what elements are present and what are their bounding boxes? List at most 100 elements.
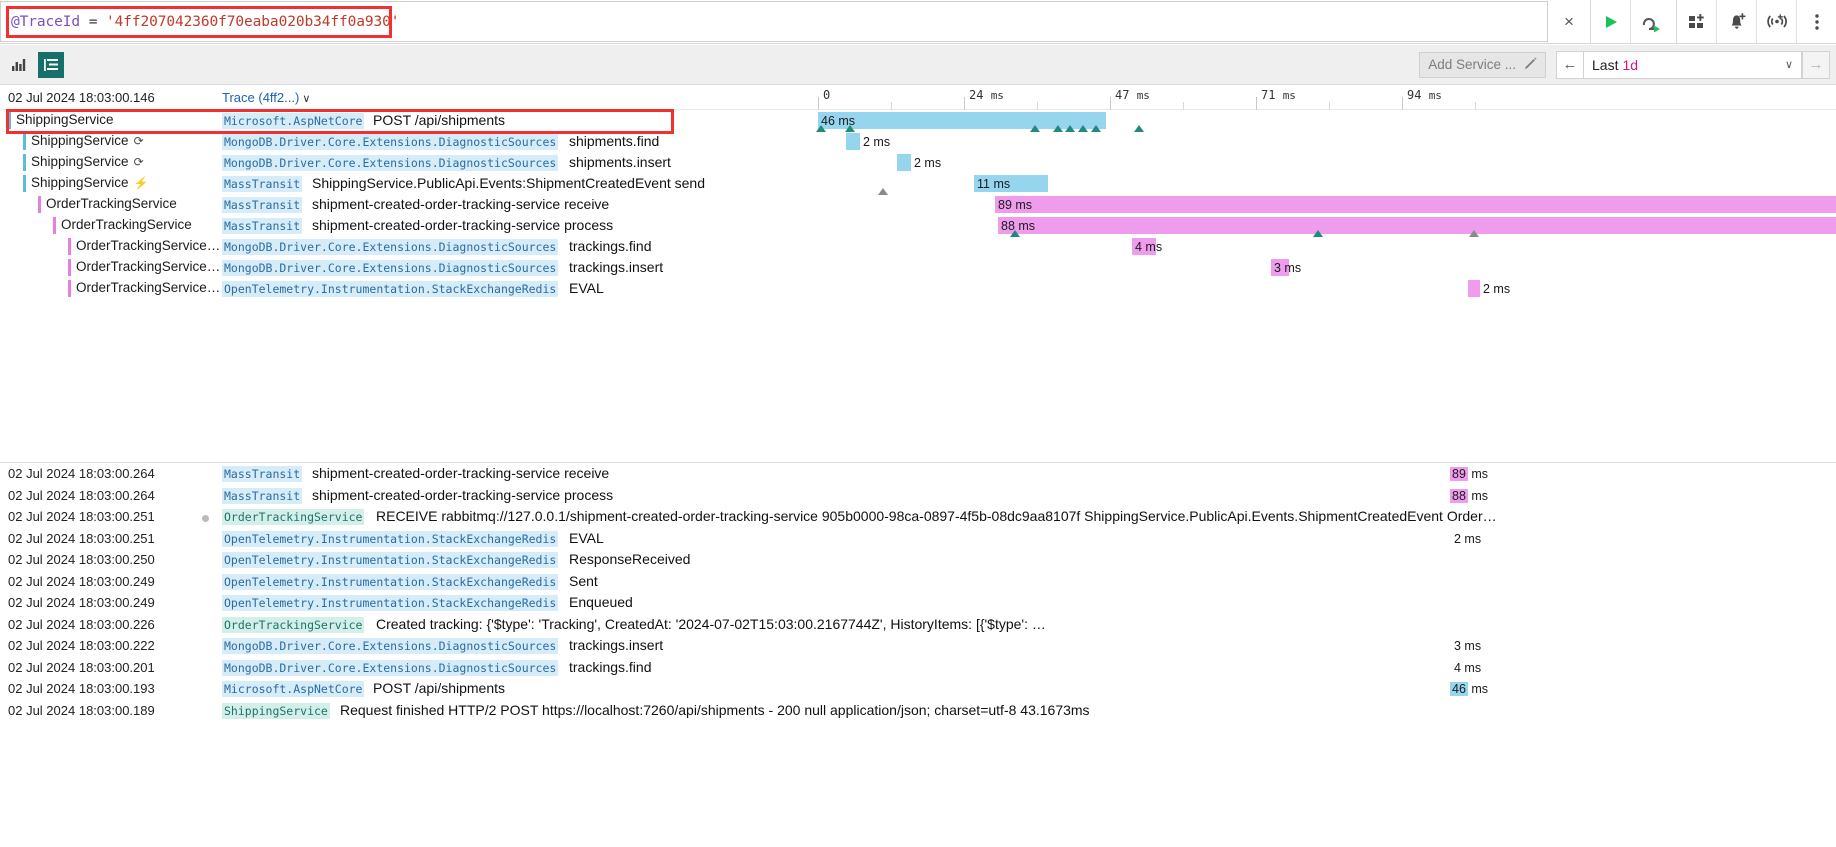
log-row[interactable]: 02 Jul 2024 18:03:00.222 MongoDB.Driver.C… (0, 635, 1836, 657)
span-operation-name: POST /api/shipments (373, 112, 506, 128)
query-bar: @TraceId = '4ff207042360f70eaba020b34ff0… (0, 0, 1836, 44)
span-depth-indicator (23, 175, 26, 192)
log-timestamp: 02 Jul 2024 18:03:00.226 (8, 616, 155, 632)
span-service-name: ShippingService ⟳ (31, 154, 144, 169)
log-message: trackings.find (569, 658, 652, 675)
run-query-button[interactable] (1590, 0, 1630, 43)
span-kind-icon: ⟳ (133, 155, 144, 169)
time-axis: 0 24 ms 47 ms 71 ms 94 ms (818, 88, 1836, 110)
add-service-label: Add Service ... (1428, 57, 1516, 72)
auto-refresh-button[interactable] (1630, 0, 1670, 43)
span-service-name: ShippingService ⚡ (31, 175, 149, 190)
log-message: Created tracking: {'$type': 'Tracking', … (376, 615, 1046, 632)
log-message: shipment-created-order-tracking-service … (312, 486, 614, 503)
log-timestamp: 02 Jul 2024 18:03:00.264 (8, 487, 155, 503)
log-source-badge: OpenTelemetry.Instrumentation.StackExcha… (222, 552, 559, 568)
log-row[interactable]: 02 Jul 2024 18:03:00.189 ShippingService R… (0, 700, 1836, 722)
waterfall-row[interactable]: OrderTrackingService… OpenTelemetry.Instr… (0, 278, 1836, 299)
add-to-dashboard-button[interactable] (1676, 0, 1716, 43)
log-row[interactable]: 02 Jul 2024 18:03:00.251 OpenTelemetry.In… (0, 528, 1836, 550)
span-duration-bar[interactable]: 88 ms (998, 217, 1836, 234)
log-timestamp: 02 Jul 2024 18:03:00.250 (8, 552, 155, 567)
log-timestamp: 02 Jul 2024 18:03:00.189 (8, 702, 155, 718)
waterfall-row[interactable]: ShippingService ⟳ MongoDB.Driver.Core.Exte… (0, 131, 1836, 152)
span-depth-indicator (68, 259, 71, 276)
span-source-badge: OpenTelemetry.Instrumentation.StackExcha… (222, 281, 559, 297)
log-row[interactable]: 02 Jul 2024 18:03:00.249 OpenTelemetry.In… (0, 571, 1836, 593)
span-depth-indicator (8, 112, 11, 129)
add-monitor-icon (1766, 14, 1787, 28)
log-row[interactable]: 02 Jul 2024 18:03:00.251 OrderTrackingSer… (0, 506, 1836, 528)
log-timestamp: 02 Jul 2024 18:03:00.264 (8, 466, 155, 481)
tree-view-button[interactable] (38, 51, 64, 78)
span-duration-label: 2 ms (1483, 281, 1511, 296)
trace-waterfall: ShippingService Microsoft.AspNetCore POST … (0, 110, 1836, 460)
log-row[interactable]: 02 Jul 2024 18:03:00.193 Microsoft.AspNet… (0, 678, 1836, 700)
time-forward-button[interactable]: → (1802, 50, 1830, 79)
log-duration-badge: 3 ms (1454, 639, 1482, 653)
trace-explorer-window: @TraceId = '4ff207042360f70eaba020b34ff0… (0, 0, 1836, 847)
axis-tick-label: 0 (823, 88, 831, 102)
log-row[interactable]: 02 Jul 2024 18:03:00.226 OrderTrackingSer… (0, 614, 1836, 636)
more-options-button[interactable] (1796, 0, 1836, 43)
log-source-badge: OpenTelemetry.Instrumentation.StackExcha… (222, 573, 559, 590)
add-dashboard-icon (1688, 13, 1704, 28)
add-alert-button[interactable] (1716, 0, 1756, 43)
log-source-badge: ShippingService (222, 702, 330, 719)
span-source-badge: Microsoft.AspNetCore (222, 113, 365, 129)
query-expression: @TraceId = '4ff207042360f70eaba020b34ff0… (11, 14, 399, 30)
waterfall-row[interactable]: ShippingService Microsoft.AspNetCore POST … (0, 110, 1836, 132)
span-duration-bar[interactable]: 3 ms (1271, 259, 1301, 276)
clear-query-button[interactable]: × (1548, 0, 1590, 43)
axis-gridline (818, 97, 819, 110)
log-message: Sent (569, 572, 598, 589)
log-message: ResponseReceived (569, 551, 691, 567)
span-source-badge: MongoDB.Driver.Core.Extensions.Diagnosti… (222, 134, 559, 150)
log-row[interactable]: 02 Jul 2024 18:03:00.249 OpenTelemetry.In… (0, 592, 1836, 614)
waterfall-row[interactable]: ShippingService ⚡ MassTransit ShippingServi… (0, 173, 1836, 195)
add-monitor-button[interactable] (1756, 0, 1796, 43)
log-timestamp: 02 Jul 2024 18:03:00.249 (8, 595, 155, 610)
span-duration-bar[interactable]: 2 ms (846, 133, 890, 150)
span-service-name: OrderTrackingService… (76, 280, 221, 295)
log-source-badge: MassTransit (222, 466, 303, 482)
log-duration-badge: 89 ms (1450, 467, 1489, 481)
time-range-selector[interactable]: Last 1d ∨ (1584, 50, 1802, 79)
query-input[interactable]: @TraceId = '4ff207042360f70eaba020b34ff0… (0, 1, 1548, 42)
span-duration-bar[interactable]: 2 ms (897, 154, 941, 171)
log-row[interactable]: 02 Jul 2024 18:03:00.250 OpenTelemetry.In… (0, 549, 1836, 571)
refresh-loop-icon (1642, 17, 1660, 32)
waterfall-row[interactable]: OrderTrackingService MassTransit shipment-… (0, 194, 1836, 215)
waterfall-row[interactable]: OrderTrackingService… MongoDB.Driver.Core… (0, 257, 1836, 278)
log-row[interactable]: 02 Jul 2024 18:03:00.201 MongoDB.Driver.C… (0, 657, 1836, 679)
span-operation-name: trackings.find (569, 238, 652, 254)
axis-tick-label: 71 ms (1261, 88, 1296, 102)
span-service-name: OrderTrackingService… (76, 259, 221, 274)
add-service-button[interactable]: Add Service ... (1419, 51, 1546, 78)
waterfall-row[interactable]: OrderTrackingService MassTransit shipment-… (0, 215, 1836, 237)
query-value: '4ff207042360f70eaba020b34ff0a930' (105, 13, 400, 30)
trace-timestamp: 02 Jul 2024 18:03:00.146 (8, 90, 155, 105)
span-duration-bar[interactable]: 2 ms (1468, 280, 1510, 297)
log-row[interactable]: 02 Jul 2024 18:03:00.264 MassTransit shipm… (0, 463, 1836, 485)
span-duration-bar[interactable]: 89 ms (995, 196, 1836, 213)
chart-view-button[interactable] (6, 52, 32, 78)
log-message: shipment-created-order-tracking-service … (312, 465, 610, 481)
log-source-badge: OpenTelemetry.Instrumentation.StackExcha… (222, 595, 559, 611)
log-list: 02 Jul 2024 18:03:00.264 MassTransit shipm… (0, 462, 1836, 847)
waterfall-row[interactable]: OrderTrackingService… MongoDB.Driver.Core… (0, 236, 1836, 257)
span-depth-indicator (23, 154, 26, 171)
log-message: trackings.insert (569, 637, 664, 653)
span-duration-bar[interactable]: 4 ms (1132, 238, 1162, 255)
span-operation-name: EVAL (569, 280, 604, 296)
time-back-button[interactable]: ← (1556, 50, 1584, 79)
trace-link[interactable]: Trace (4ff2...) ∨ (222, 90, 310, 105)
span-service-name: OrderTrackingService (61, 217, 192, 232)
view-toolbar: Add Service ... ← Last 1d ∨ → (0, 45, 1836, 85)
axis-tick-label: 24 ms (969, 88, 1004, 102)
log-row[interactable]: 02 Jul 2024 18:03:00.264 MassTransit shipm… (0, 485, 1836, 507)
log-expand-dot[interactable] (202, 515, 209, 522)
span-duration-bar[interactable]: 11 ms (974, 175, 1048, 192)
waterfall-row[interactable]: ShippingService ⟳ MongoDB.Driver.Core.Exte… (0, 152, 1836, 173)
span-kind-icon: ⟳ (133, 134, 144, 148)
